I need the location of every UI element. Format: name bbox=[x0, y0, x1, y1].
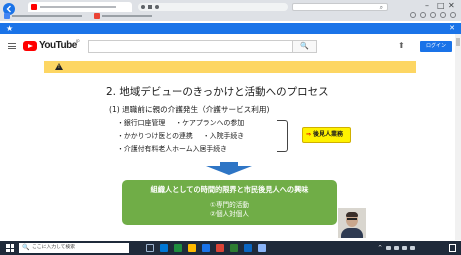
slide-subtitle: (1) 退職前に親の介護発生（介護サービス利用) bbox=[109, 105, 270, 114]
bullet-row: ・銀行口座管理 ・ケアプランへの参加 bbox=[117, 117, 244, 130]
bookmark-label bbox=[102, 15, 152, 17]
taskbar-app-icon[interactable] bbox=[244, 244, 252, 252]
bookmark-favicon-icon bbox=[94, 13, 100, 19]
star-icon: ★ bbox=[6, 24, 14, 33]
promo-close-icon[interactable]: ✕ bbox=[449, 23, 455, 34]
more-menu-icon[interactable] bbox=[450, 12, 456, 18]
taskbar-search-box[interactable]: 🔍 ここに入力して検索 bbox=[19, 243, 129, 253]
system-tray: ^ bbox=[378, 241, 458, 255]
chrome-promo-bar: ★ ✕ bbox=[0, 23, 461, 34]
task-view-icon[interactable] bbox=[146, 244, 154, 252]
windows-start-icon[interactable] bbox=[6, 244, 14, 252]
signin-button[interactable]: ログイン bbox=[420, 41, 452, 52]
favorites-icon[interactable] bbox=[410, 12, 416, 18]
bullet-item: ・かかりつけ医との連携 bbox=[117, 132, 193, 140]
search-icon: 🔍 bbox=[300, 42, 309, 50]
taskbar-app-icon[interactable] bbox=[230, 244, 238, 252]
bookmark-star-icon[interactable] bbox=[148, 5, 152, 9]
windows-taskbar: 🔍 ここに入力して検索 ^ bbox=[0, 241, 461, 255]
close-window-button[interactable]: ✕ bbox=[448, 0, 455, 11]
profile-icon[interactable] bbox=[430, 12, 436, 18]
slide-bullet-list: ・銀行口座管理 ・ケアプランへの参加 ・かかりつけ医との連携 ・入院手続き ・介… bbox=[117, 117, 244, 156]
guardian-role-box: ⇒ 後見人業務 bbox=[302, 127, 351, 143]
bullet-item: ・銀行口座管理 bbox=[117, 119, 166, 127]
bracket-shape bbox=[277, 120, 288, 152]
edge-browser-icon[interactable] bbox=[160, 244, 168, 252]
tab-title bbox=[40, 6, 116, 8]
file-explorer-icon[interactable] bbox=[188, 244, 196, 252]
scrollbar-thumb[interactable] bbox=[456, 38, 460, 46]
interest-box: 組織人としての時間的限界と市民後見人への興味 ①専門的活動 ②個人対個人 bbox=[122, 180, 337, 225]
window-controls: – □ ✕ bbox=[397, 0, 457, 11]
youtube-search-input[interactable] bbox=[88, 40, 293, 53]
interest-box-item: ①専門的活動 bbox=[210, 201, 249, 209]
lock-icon bbox=[141, 5, 145, 9]
region-code: JP bbox=[76, 39, 80, 44]
browser-toolbar-icons bbox=[410, 12, 458, 19]
bullet-item: ・入院手続き bbox=[202, 132, 245, 140]
bookmark-label bbox=[12, 15, 82, 17]
taskbar-app-icon[interactable] bbox=[258, 244, 266, 252]
reload-icon[interactable] bbox=[155, 5, 159, 9]
search-icon: 🔍 bbox=[22, 244, 30, 251]
store-icon[interactable] bbox=[202, 244, 210, 252]
right-arrow-icon: ⇒ bbox=[306, 131, 312, 138]
bullet-row: ・かかりつけ医との連携 ・入院手続き bbox=[117, 130, 244, 143]
chrome-icon[interactable] bbox=[216, 244, 224, 252]
browser-tab-strip: × ⌕ – □ ✕ bbox=[0, 0, 461, 21]
down-arrow-icon bbox=[194, 162, 264, 176]
taskbar-app-icon[interactable] bbox=[174, 244, 182, 252]
extensions-icon[interactable] bbox=[440, 12, 446, 18]
notification-icon[interactable] bbox=[449, 244, 456, 252]
screen: × ⌕ – □ ✕ bbox=[0, 0, 461, 255]
search-icon: ⌕ bbox=[379, 4, 383, 11]
maximize-button[interactable]: □ bbox=[437, 0, 445, 11]
taskbar-search-placeholder: ここに入力して検索 bbox=[32, 245, 76, 250]
browser-tab[interactable]: × bbox=[28, 2, 155, 12]
chevron-up-icon[interactable]: ^ bbox=[378, 241, 382, 255]
minimize-button[interactable]: – bbox=[425, 0, 429, 11]
youtube-logo-text[interactable]: YouTube bbox=[39, 40, 77, 52]
browser-search-box[interactable]: ⌕ bbox=[292, 3, 388, 11]
youtube-favicon-icon bbox=[31, 4, 37, 10]
presenter-webcam-image bbox=[338, 208, 366, 238]
youtube-header: YouTube JP 🔍 ⬆ ログイン bbox=[0, 34, 461, 58]
address-bar[interactable] bbox=[138, 3, 288, 11]
onedrive-icon[interactable] bbox=[386, 246, 391, 250]
bookmark-item[interactable] bbox=[4, 13, 88, 19]
slide-title: 2. 地域デビューのきっかけと活動へのプロセス bbox=[106, 86, 329, 98]
collections-icon[interactable] bbox=[420, 12, 426, 18]
browser-warning-banner: ! bbox=[44, 61, 416, 73]
interest-box-title: 組織人としての時間的限界と市民後見人への興味 bbox=[150, 185, 309, 194]
role-label: 後見人業務 bbox=[313, 131, 344, 138]
ime-icon[interactable] bbox=[410, 246, 415, 250]
interest-box-item: ②個人対個人 bbox=[210, 210, 249, 218]
hamburger-menu-icon[interactable] bbox=[8, 43, 16, 49]
bookmark-bar bbox=[0, 12, 410, 20]
bookmark-item[interactable] bbox=[94, 13, 154, 19]
page-scrollbar[interactable] bbox=[455, 34, 461, 240]
bullet-item: ・ケアプランへの参加 bbox=[175, 119, 245, 127]
bookmark-favicon-icon bbox=[4, 13, 10, 19]
upload-icon[interactable]: ⬆ bbox=[398, 42, 405, 50]
network-icon[interactable] bbox=[394, 246, 399, 250]
youtube-search-button[interactable]: 🔍 bbox=[293, 40, 317, 53]
bullet-item: ・介護付有料老人ホーム入居手続き bbox=[117, 145, 228, 153]
volume-icon[interactable] bbox=[402, 246, 407, 250]
youtube-logo-icon[interactable] bbox=[23, 41, 37, 51]
